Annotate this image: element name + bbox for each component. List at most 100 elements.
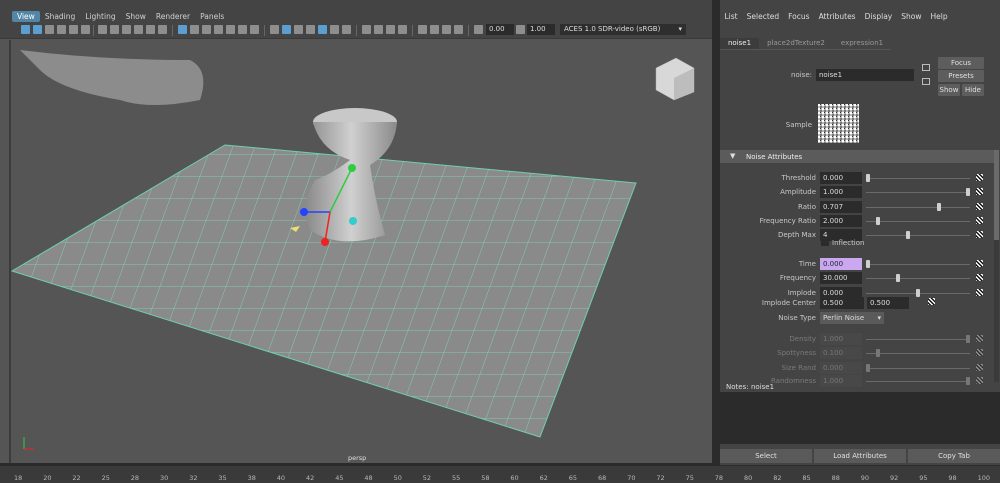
textured-icon[interactable] <box>318 25 327 34</box>
ae-menu-show[interactable]: Show <box>897 12 926 21</box>
map-texture-icon[interactable] <box>976 260 983 267</box>
attr-value-field[interactable]: 0.000 <box>820 362 862 374</box>
shadows-icon[interactable] <box>342 25 351 34</box>
field-chart-icon[interactable] <box>146 25 155 34</box>
wireframe-on-shaded-icon[interactable] <box>294 25 303 34</box>
safe-action-icon[interactable] <box>158 25 167 34</box>
gate-mask-icon[interactable] <box>134 25 143 34</box>
map-texture-icon[interactable] <box>976 203 983 210</box>
motion-blur-icon[interactable] <box>374 25 383 34</box>
tab-place2dtexture2[interactable]: place2dTexture2 <box>759 38 833 50</box>
menu-panels[interactable]: Panels <box>195 11 229 22</box>
attr-slider[interactable] <box>866 278 970 279</box>
attr-value-field[interactable]: 0.707 <box>820 201 862 213</box>
load-attributes-button[interactable]: Load Attributes <box>814 449 906 463</box>
scene-canvas[interactable] <box>0 38 712 463</box>
attr-slider[interactable] <box>866 381 970 382</box>
attr-slider-handle[interactable] <box>896 274 900 282</box>
output-connection-icon[interactable] <box>922 78 930 85</box>
attr-slider[interactable] <box>866 192 970 193</box>
map-texture-icon[interactable] <box>976 188 983 195</box>
xray-joints-icon[interactable] <box>430 25 439 34</box>
attr-slider-handle[interactable] <box>876 349 880 357</box>
ae-menu-help[interactable]: Help <box>926 12 952 21</box>
attr-value-field[interactable]: 30.000 <box>820 272 862 284</box>
menu-shading[interactable]: Shading <box>40 11 80 22</box>
smooth-shade-icon[interactable] <box>282 25 291 34</box>
grid-icon[interactable] <box>98 25 107 34</box>
lights-icon[interactable] <box>330 25 339 34</box>
hide-button[interactable]: Hide <box>962 84 984 96</box>
gamma-icon[interactable] <box>516 25 525 34</box>
menu-renderer[interactable]: Renderer <box>151 11 195 22</box>
attr-slider[interactable] <box>866 221 970 222</box>
viewport-panel[interactable] <box>0 0 712 463</box>
attr-slider-handle[interactable] <box>906 231 910 239</box>
ae-menu-display[interactable]: Display <box>860 12 897 21</box>
attr-slider-handle[interactable] <box>966 335 970 343</box>
map-texture-icon[interactable] <box>976 335 983 342</box>
timeline[interactable]: 18 20 22 25 28 30 32 35 38 40 42 45 48 50 52 55 58 60 62 65… <box>0 465 1000 483</box>
film-gate-icon[interactable] <box>110 25 119 34</box>
attr-value-field[interactable]: 1.000 <box>820 186 862 198</box>
show-button[interactable]: Show <box>938 84 960 96</box>
noise-type-dropdown[interactable]: Perlin Noise ▾ <box>820 312 884 324</box>
map-texture-icon[interactable] <box>976 349 983 356</box>
noise-attributes-section[interactable]: ▼ Noise Attributes <box>720 150 995 163</box>
camera-attributes-icon[interactable] <box>33 25 42 34</box>
attr-slider[interactable] <box>866 353 970 354</box>
map-texture-icon[interactable] <box>976 289 983 296</box>
field-icon[interactable] <box>226 25 235 34</box>
menu-show[interactable]: Show <box>121 11 151 22</box>
z-axis-handle[interactable] <box>300 208 308 216</box>
attr-slider-handle[interactable] <box>866 364 870 372</box>
attr-slider-handle[interactable] <box>876 217 880 225</box>
map-texture-icon[interactable] <box>976 274 983 281</box>
ae-menu-selected[interactable]: Selected <box>742 12 784 21</box>
bookmark-icon[interactable] <box>45 25 54 34</box>
attr-value-field[interactable]: 0.000 <box>820 172 862 184</box>
xray-active-icon[interactable] <box>442 25 451 34</box>
implode-center-x-field[interactable]: 0.500 <box>820 297 864 309</box>
map-texture-icon[interactable] <box>976 217 983 224</box>
x-axis-handle[interactable] <box>321 238 329 246</box>
select-button[interactable]: Select <box>720 449 812 463</box>
ae-menu-list[interactable]: List <box>720 12 742 21</box>
exposure-icon[interactable] <box>474 25 483 34</box>
safe-region-icon[interactable] <box>250 25 259 34</box>
attr-slider-handle[interactable] <box>866 174 870 182</box>
menu-view[interactable]: View <box>12 11 40 22</box>
attr-slider[interactable] <box>866 178 970 179</box>
attr-slider-handle[interactable] <box>916 289 920 297</box>
attr-slider[interactable] <box>866 339 970 340</box>
map-texture-icon[interactable] <box>928 298 935 305</box>
isolate-select-icon[interactable] <box>418 25 427 34</box>
attr-value-field[interactable]: 1.000 <box>820 375 862 387</box>
attr-slider[interactable] <box>866 207 970 208</box>
attr-slider[interactable] <box>866 368 970 369</box>
anti-alias-icon[interactable] <box>386 25 395 34</box>
focus-button[interactable]: Focus <box>938 57 984 69</box>
exposure-field[interactable]: 0.00 <box>486 24 514 35</box>
inflection-checkbox[interactable] <box>821 238 829 246</box>
gamma-field[interactable]: 1.00 <box>527 24 555 35</box>
attr-value-field[interactable]: 1.000 <box>820 333 862 345</box>
resolution-gate-icon[interactable] <box>122 25 131 34</box>
ambient-occlusion-icon[interactable] <box>362 25 371 34</box>
safe-title-icon[interactable] <box>238 25 247 34</box>
map-texture-icon[interactable] <box>976 231 983 238</box>
view-2d-icon[interactable] <box>69 25 78 34</box>
attr-slider-handle[interactable] <box>936 203 941 211</box>
map-texture-icon[interactable] <box>976 174 983 181</box>
attr-value-field[interactable]: 0.000 <box>820 258 862 270</box>
attr-value-field[interactable]: 2.000 <box>820 215 862 227</box>
map-texture-icon[interactable] <box>976 364 983 371</box>
node-name-field[interactable]: noise1 <box>816 69 914 81</box>
gate-icon[interactable] <box>214 25 223 34</box>
ae-scrollbar-thumb[interactable] <box>994 150 999 240</box>
copy-tab-button[interactable]: Copy Tab <box>908 449 1000 463</box>
attr-value-field[interactable]: 0.100 <box>820 347 862 359</box>
tab-expression1[interactable]: expression1 <box>832 38 892 50</box>
wireframe-icon[interactable] <box>270 25 279 34</box>
y-axis-handle[interactable] <box>348 164 356 172</box>
